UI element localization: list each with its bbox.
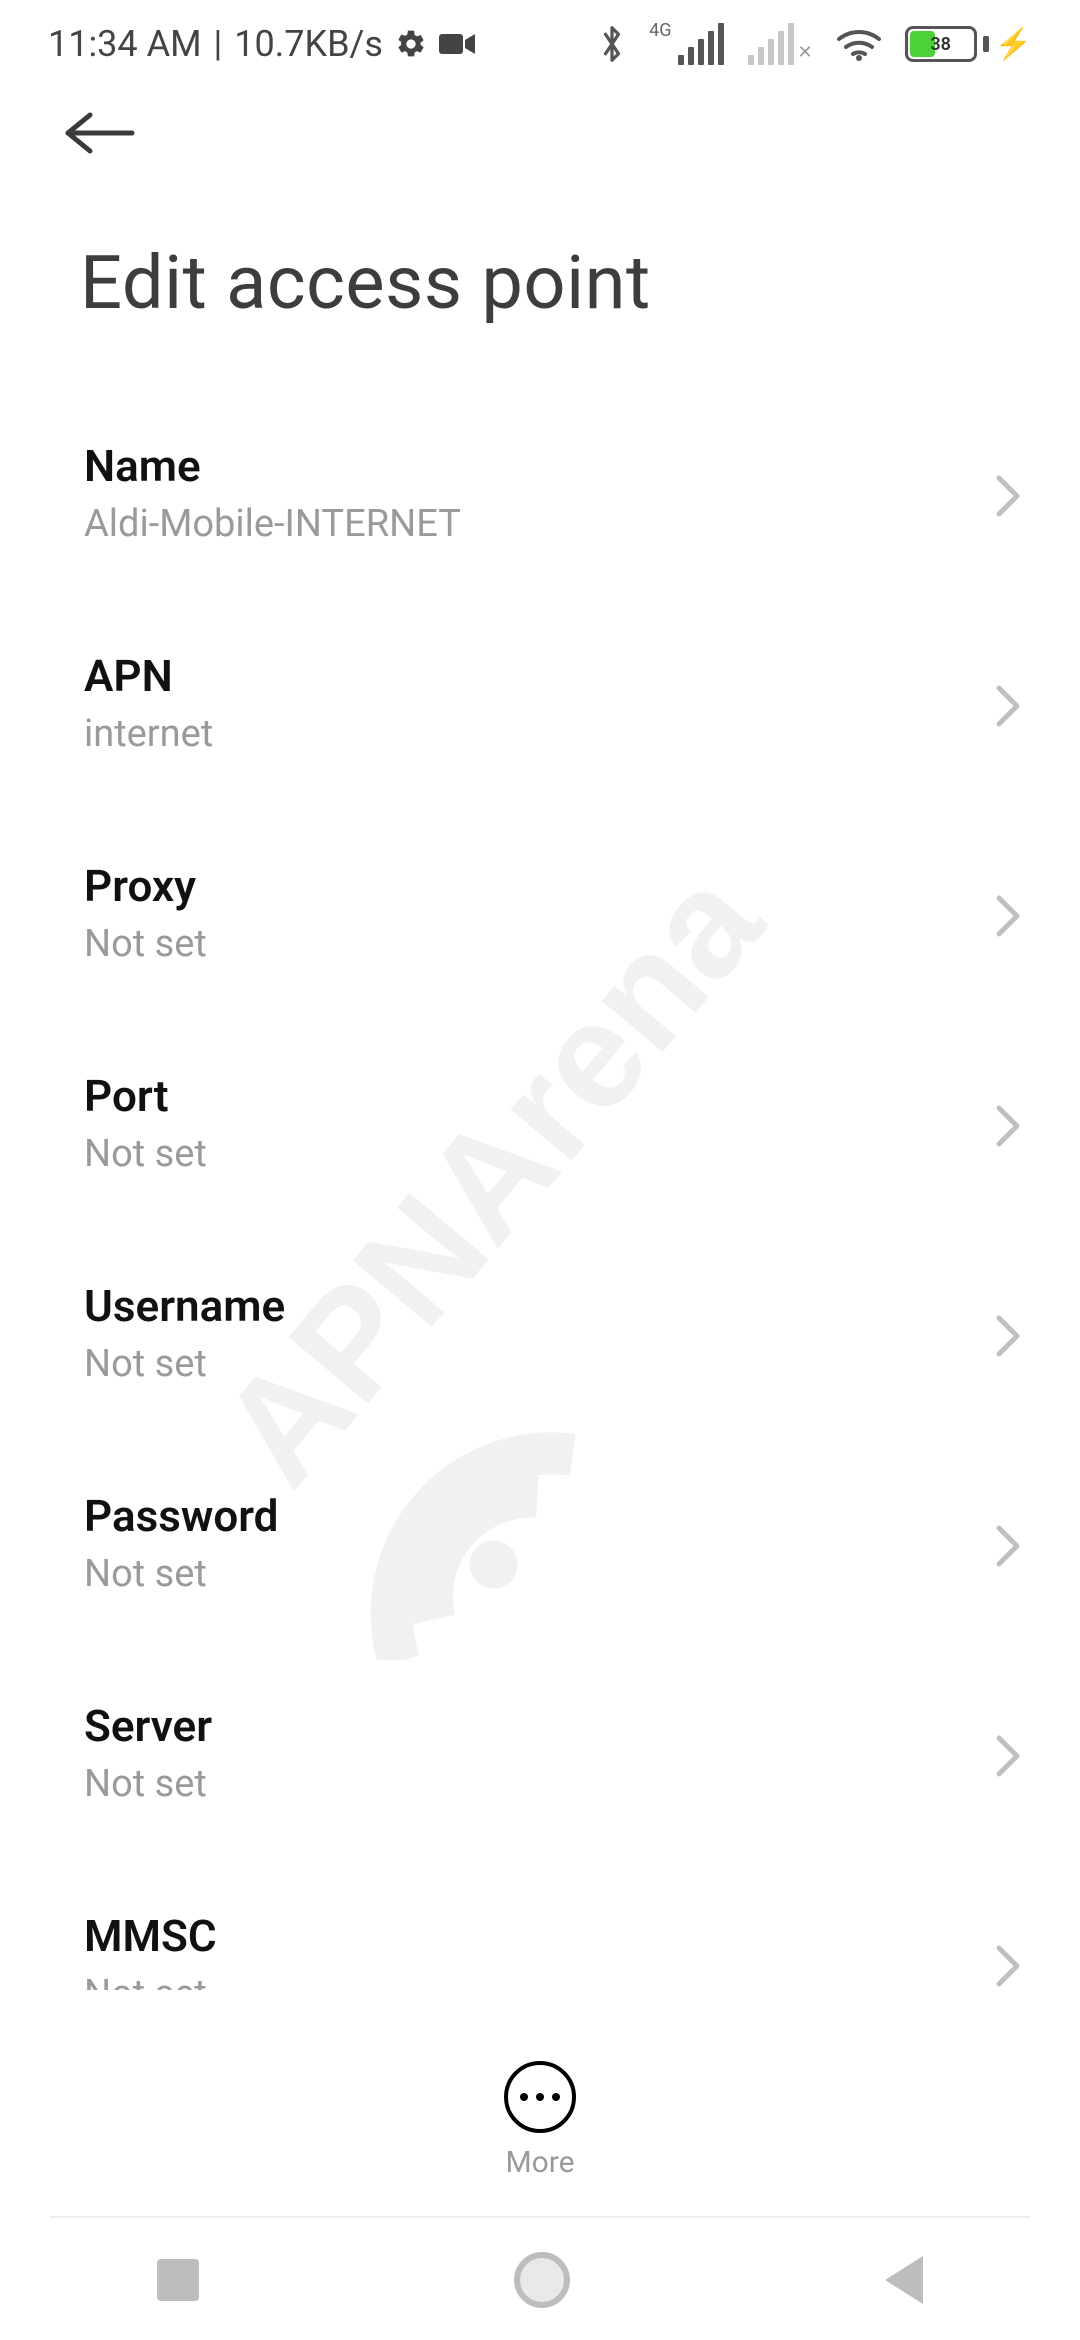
signal-sim2-icon: ✕ [748, 23, 813, 65]
system-nav-bar [0, 2220, 1080, 2340]
row-value: internet [84, 712, 996, 756]
chevron-right-icon [994, 1733, 1024, 1783]
signal-sim1-icon: 4G [649, 23, 723, 65]
status-divider: | [214, 23, 223, 65]
row-value: Aldi-Mobile-INTERNET [84, 502, 996, 546]
chevron-right-icon [994, 683, 1024, 733]
row-value: Not set [84, 922, 996, 966]
chevron-right-icon [994, 1523, 1024, 1573]
row-label: Password [84, 1490, 996, 1542]
row-password[interactable]: Password Not set [0, 1450, 1080, 1646]
charging-bolt-icon: ⚡ [995, 27, 1032, 62]
back-button[interactable] [60, 110, 138, 156]
signal-4g-badge: 4G [649, 20, 671, 41]
nav-back-button[interactable] [885, 2256, 923, 2304]
wifi-icon [837, 27, 881, 61]
row-value: Not set [84, 1342, 996, 1386]
row-value: Not set [84, 1552, 996, 1596]
nav-recents-button[interactable] [157, 2259, 199, 2301]
page-title: Edit access point [80, 240, 651, 327]
row-apn[interactable]: APN internet [0, 610, 1080, 806]
gear-icon [395, 28, 427, 60]
row-value: Not set [84, 1132, 996, 1176]
row-label: Name [84, 440, 996, 492]
row-mmsc[interactable]: MMSC Not set [0, 1870, 1080, 1990]
row-value: Not set [84, 1972, 996, 1990]
row-server[interactable]: Server Not set [0, 1660, 1080, 1856]
video-camera-icon [439, 32, 475, 56]
row-proxy[interactable]: Proxy Not set [0, 820, 1080, 1016]
status-bar: 11:34 AM | 10.7KB/s 4G ✕ [0, 0, 1080, 88]
row-label: Server [84, 1700, 996, 1752]
more-button[interactable] [504, 2061, 576, 2133]
chevron-right-icon [994, 893, 1024, 943]
status-speed: 10.7KB/s [234, 23, 383, 65]
chevron-right-icon [994, 473, 1024, 523]
row-label: MMSC [84, 1910, 996, 1962]
chevron-right-icon [994, 1943, 1024, 1990]
row-label: Proxy [84, 860, 996, 912]
row-username[interactable]: Username Not set [0, 1240, 1080, 1436]
more-label: More [505, 2145, 574, 2180]
divider [50, 2216, 1030, 2218]
row-port[interactable]: Port Not set [0, 1030, 1080, 1226]
nav-home-button[interactable] [514, 2252, 570, 2308]
row-label: Port [84, 1070, 996, 1122]
battery-icon: 38 ⚡ [905, 26, 1032, 62]
bluetooth-icon [599, 24, 625, 64]
chevron-right-icon [994, 1313, 1024, 1363]
row-label: APN [84, 650, 996, 702]
row-value: Not set [84, 1762, 996, 1806]
status-time: 11:34 AM [48, 23, 202, 65]
row-name[interactable]: Name Aldi-Mobile-INTERNET [0, 400, 1080, 596]
row-label: Username [84, 1280, 996, 1332]
chevron-right-icon [994, 1103, 1024, 1153]
settings-list: Name Aldi-Mobile-INTERNET APN internet P… [0, 400, 1080, 1990]
